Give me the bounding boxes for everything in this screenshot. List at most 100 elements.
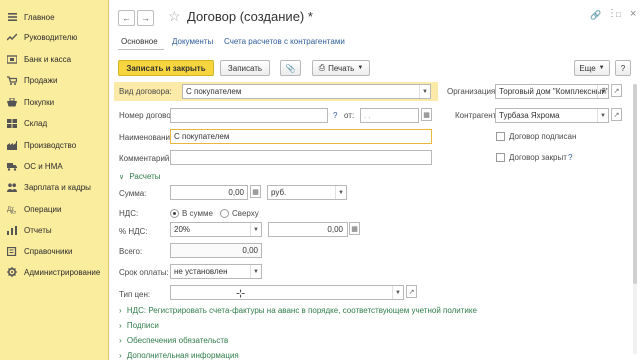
chevron-down-icon: ▼: [335, 186, 346, 199]
date-input[interactable]: . .: [360, 108, 419, 123]
calculator-button[interactable]: ▦: [250, 185, 261, 198]
obligations-title: Обеспечения обязательств: [126, 336, 229, 345]
name-input[interactable]: С покупателем: [170, 129, 432, 144]
more-button[interactable]: Еще ▼: [574, 60, 610, 76]
payment-term-select[interactable]: не установлен ▼: [170, 264, 262, 279]
menu-icon: [7, 12, 17, 22]
open-price-type-button[interactable]: ↗: [406, 285, 417, 298]
chevron-down-icon: ▼: [597, 85, 608, 98]
tab-main[interactable]: Основное: [121, 37, 158, 46]
vat-on-top-label: Сверху: [232, 209, 259, 218]
sidebar-item-directories[interactable]: Справочники: [0, 241, 109, 261]
vat-in-sum-radio[interactable]: [170, 209, 179, 218]
print-button[interactable]: ⎙ Печать ▼: [312, 60, 370, 76]
sidebar-item-production[interactable]: Производство: [0, 135, 109, 155]
payment-term-label: Срок оплаты:: [119, 268, 169, 277]
open-organization-button[interactable]: ↗: [611, 84, 622, 97]
contract-type-select[interactable]: С покупателем ▼: [182, 84, 431, 99]
help-button[interactable]: ?: [615, 60, 631, 76]
gear-icon: [7, 267, 17, 277]
chevron-down-icon: ▼: [597, 109, 608, 122]
counterparty-field[interactable]: Турбаза Яхрома ▼: [495, 108, 609, 123]
sidebar-item-salary[interactable]: Зарплата и кадры: [0, 177, 109, 197]
vat-settings-section-toggle[interactable]: › НДС: Регистрировать счета-фактуры на а…: [119, 306, 477, 315]
trend-icon: [7, 32, 17, 42]
open-counterparty-button[interactable]: ↗: [611, 108, 622, 121]
warehouse-icon: [7, 118, 17, 128]
chevron-down-icon: ▼: [250, 265, 261, 278]
extra-info-section-toggle[interactable]: › Дополнительная информация: [119, 351, 239, 360]
calendar-button[interactable]: ▦: [421, 108, 432, 121]
vat-percent-value: 20%: [174, 225, 191, 234]
calculator-icon: ▦: [351, 225, 358, 233]
more-label: Еще: [579, 63, 596, 73]
sidebar-item-operations[interactable]: Дт Кт Операции: [0, 199, 109, 219]
sidebar-item-purchases[interactable]: Покупки: [0, 92, 109, 112]
sidebar-item-label: Справочники: [24, 246, 73, 256]
open-link-icon: ↗: [408, 288, 415, 296]
settlements-section-toggle[interactable]: ∨ Расчеты: [119, 172, 161, 181]
sidebar-item-main[interactable]: Главное: [0, 7, 109, 27]
sidebar-item-label: Операции: [24, 204, 62, 214]
print-label: Печать: [328, 63, 355, 73]
sidebar-item-label: Производство: [24, 140, 77, 150]
maximize-icon[interactable]: □: [616, 10, 621, 19]
chevron-right-icon: ›: [119, 321, 122, 330]
sidebar-item-warehouse[interactable]: Склад: [0, 113, 109, 133]
name-label: Наименование:: [119, 133, 177, 142]
vat-settings-title: НДС: Регистрировать счета-фактуры на ава…: [126, 306, 477, 315]
signatures-section-toggle[interactable]: › Подписи: [119, 321, 159, 330]
sidebar-item-manager[interactable]: Руководителю: [0, 27, 109, 47]
sidebar-item-bank[interactable]: Банк и касса: [0, 49, 109, 69]
cart-icon: [7, 75, 17, 85]
closed-label: Договор закрыт: [509, 153, 567, 162]
save-and-close-button[interactable]: Записать и закрыть: [118, 60, 214, 76]
number-help-link[interactable]: ?: [333, 111, 337, 120]
app-window: Главное Руководителю Банк и касса Продаж…: [0, 0, 640, 360]
closed-help-link[interactable]: ?: [568, 153, 572, 162]
tab-documents[interactable]: Документы: [172, 37, 213, 46]
form-area: ← → ☆ Договор (создание) * 🔗 ⋮ □ × Основ…: [110, 0, 640, 360]
chevron-right-icon: ›: [119, 336, 122, 345]
sidebar-item-label: Зарплата и кадры: [24, 182, 91, 192]
active-tab-underline: [118, 49, 164, 50]
comment-input[interactable]: [170, 150, 432, 165]
sidebar-item-label: Склад: [24, 118, 48, 128]
attach-button[interactable]: 📎: [280, 60, 301, 76]
forward-button[interactable]: →: [137, 10, 154, 26]
obligations-section-toggle[interactable]: › Обеспечения обязательств: [119, 336, 228, 345]
vat-calculator-button[interactable]: ▦: [349, 222, 360, 235]
chevron-down-icon: ▼: [392, 286, 403, 299]
chevron-down-icon: ▼: [598, 65, 605, 71]
contract-number-input[interactable]: [170, 108, 328, 123]
price-type-field[interactable]: ▼: [170, 285, 404, 300]
sidebar-item-admin[interactable]: Администрирование: [0, 262, 109, 282]
vat-percent-select[interactable]: 20% ▼: [170, 222, 262, 237]
operations-icon: Дт Кт: [7, 204, 17, 214]
basket-icon: [7, 97, 17, 107]
save-button[interactable]: Записать: [220, 60, 270, 76]
link-icon[interactable]: 🔗: [590, 10, 601, 21]
closed-checkbox[interactable]: [496, 153, 505, 162]
favorite-star-icon[interactable]: ☆: [168, 8, 181, 25]
vat-amount-input[interactable]: 0,00: [268, 222, 348, 237]
scrollbar-thumb[interactable]: [633, 84, 637, 284]
currency-value: руб.: [271, 188, 287, 197]
sum-input[interactable]: 0,00: [170, 185, 248, 200]
total-label: Всего:: [119, 247, 143, 256]
chevron-down-icon: ∨: [119, 174, 125, 181]
price-type-label: Тип цен:: [119, 290, 151, 299]
sidebar-item-reports[interactable]: Отчеты: [0, 220, 109, 240]
sidebar-item-assets[interactable]: ОС и НМА: [0, 156, 109, 176]
close-icon[interactable]: ×: [630, 8, 636, 20]
text-cursor-icon: ⊹: [236, 288, 246, 300]
vat-on-top-radio[interactable]: [220, 209, 229, 218]
currency-select[interactable]: руб. ▼: [267, 185, 347, 200]
sidebar-item-sales[interactable]: Продажи: [0, 70, 109, 90]
organization-field[interactable]: Торговый дом "Комплексный" ▼: [495, 84, 609, 99]
reports-icon: [7, 225, 17, 235]
back-button[interactable]: ←: [118, 10, 135, 26]
tab-settlement-accounts[interactable]: Счета расчетов с контрагентами: [224, 37, 345, 46]
payment-term-value: не установлен: [174, 267, 228, 276]
signed-checkbox[interactable]: [496, 132, 505, 141]
